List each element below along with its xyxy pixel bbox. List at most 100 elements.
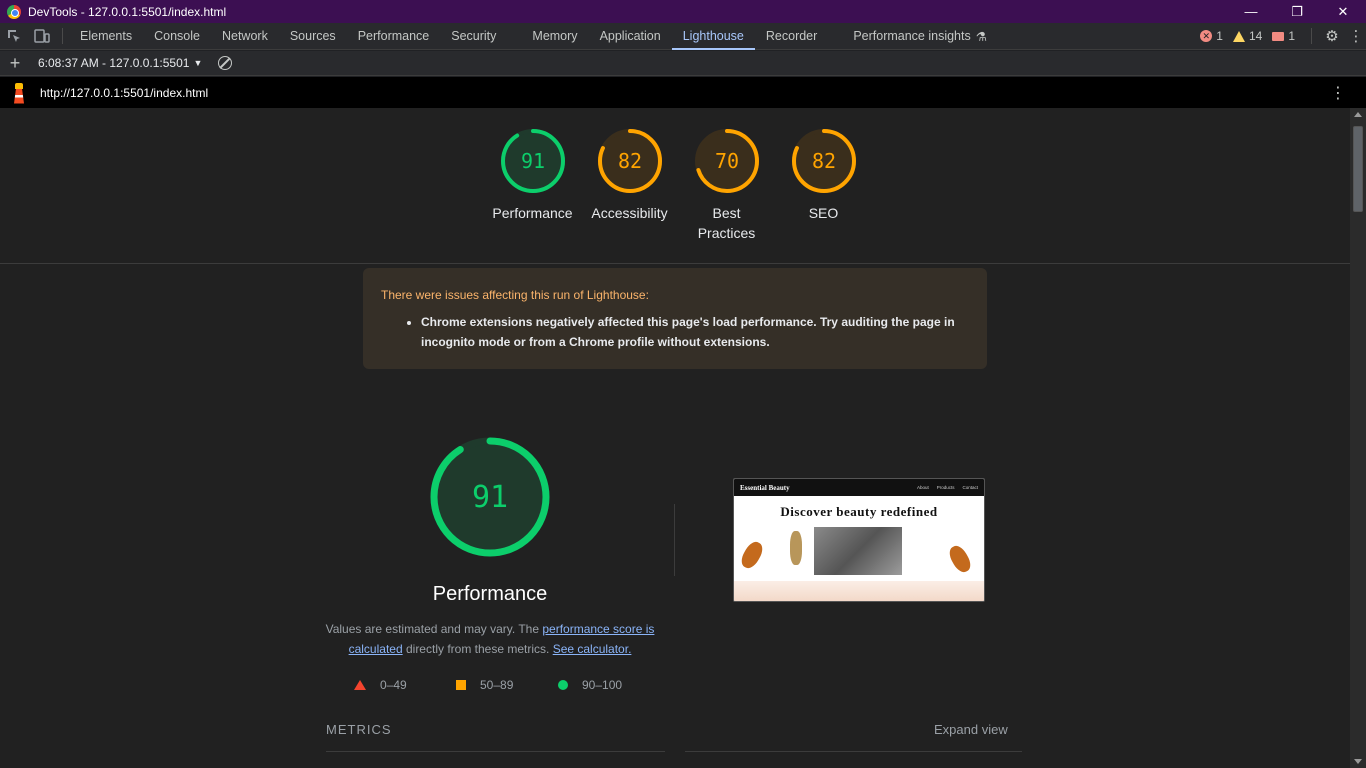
legend-pass-label: 90–100 bbox=[582, 678, 623, 692]
score-gauge[interactable]: 91 Performance bbox=[484, 128, 581, 243]
performance-title: Performance bbox=[432, 583, 548, 605]
caret-down-icon: ▼ bbox=[193, 58, 203, 68]
error-count-text: 1 bbox=[1216, 29, 1223, 43]
score-gauge[interactable]: 70 Best Practices bbox=[678, 128, 775, 243]
metrics-heading: METRICS bbox=[326, 722, 392, 737]
score-label: SEO bbox=[808, 205, 839, 221]
metrics-divider bbox=[685, 751, 1022, 752]
see-calculator-link[interactable]: See calculator. bbox=[553, 642, 632, 656]
legend-average: 50–89 bbox=[456, 678, 558, 692]
clear-reports-icon[interactable] bbox=[218, 56, 233, 70]
scroll-up-arrow-icon[interactable] bbox=[1354, 112, 1362, 117]
final-screenshot-thumbnail[interactable]: Essential Beauty About Products Contact … bbox=[733, 478, 985, 602]
vertical-separator bbox=[674, 504, 675, 576]
thumbnail-navbar: Essential Beauty About Products Contact bbox=[734, 479, 984, 496]
warning-icon bbox=[1232, 30, 1245, 42]
score-gauge-ring: 82 bbox=[791, 129, 856, 193]
tab-recorder[interactable]: Recorder bbox=[755, 23, 828, 50]
thumbnail-nav-about: About bbox=[916, 485, 929, 490]
run-warnings-title: There were issues affecting this run of … bbox=[381, 288, 649, 302]
run-warnings-box: There were issues affecting this run of … bbox=[363, 268, 987, 369]
tab-application[interactable]: Application bbox=[589, 23, 672, 50]
lighthouse-report: 91 Performance 82 Accessibility 70 Best … bbox=[0, 108, 1350, 768]
score-label: Accessibility bbox=[591, 205, 668, 221]
error-icon: ✕ bbox=[1200, 30, 1213, 42]
score-value: 91 bbox=[520, 149, 544, 173]
score-legend: 0–49 50–89 90–100 bbox=[354, 678, 660, 692]
tab-lighthouse[interactable]: Lighthouse bbox=[671, 23, 756, 50]
more-options-icon[interactable]: ⋮ bbox=[1346, 23, 1366, 50]
header-divider bbox=[0, 263, 1350, 264]
report-url-bar: http://127.0.0.1:5501/index.html ⋮ bbox=[0, 77, 1366, 108]
score-gauges: 91 Performance 82 Accessibility 70 Best … bbox=[484, 128, 872, 243]
thumbnail-brush bbox=[946, 542, 974, 576]
warning-count[interactable]: 14 bbox=[1232, 29, 1263, 43]
tab-elements[interactable]: Elements bbox=[69, 23, 143, 50]
thumbnail-headline: Discover beauty redefined bbox=[780, 504, 938, 519]
report-selector-label: 6:08:37 AM - 127.0.0.1:5501 bbox=[38, 56, 190, 70]
devtools-tabs-bar: Elements Console Network Sources Perform… bbox=[0, 23, 1366, 50]
report-selector[interactable]: 6:08:37 AM - 127.0.0.1:5501 ▼ bbox=[38, 56, 202, 70]
square-icon bbox=[456, 680, 466, 690]
thumbnail-photo bbox=[814, 527, 902, 575]
thumbnail-nav-products: Products bbox=[936, 485, 955, 490]
performance-desc-prefix: Values are estimated and may vary. The bbox=[325, 622, 543, 636]
score-label: Performance bbox=[492, 205, 573, 221]
issues-icon bbox=[1272, 31, 1285, 41]
score-value: 82 bbox=[617, 149, 641, 173]
thumbnail-nav-contact: Contact bbox=[962, 485, 978, 490]
scroll-down-arrow-icon[interactable] bbox=[1354, 759, 1362, 764]
restore-button[interactable]: ❐ bbox=[1274, 0, 1320, 23]
tab-security[interactable]: Security bbox=[440, 23, 507, 50]
score-value: 70 bbox=[714, 149, 738, 173]
score-label: Best Practices bbox=[697, 205, 756, 241]
legend-pass: 90–100 bbox=[558, 678, 660, 692]
tab-performance-insights-label: Performance insights bbox=[853, 29, 971, 43]
tab-memory[interactable]: Memory bbox=[521, 23, 588, 50]
window-title: DevTools - 127.0.0.1:5501/index.html bbox=[28, 4, 227, 19]
thumbnail-brush bbox=[790, 531, 802, 565]
scrollbar-thumb[interactable] bbox=[1353, 126, 1363, 212]
performance-score-value: 91 bbox=[472, 480, 508, 515]
issues-count[interactable]: 1 bbox=[1272, 29, 1295, 43]
expand-view-toggle[interactable]: Expand view bbox=[934, 722, 1008, 737]
tab-performance-insights[interactable]: Performance insights ⚗ bbox=[842, 23, 998, 50]
settings-gear-icon[interactable]: ⚙ bbox=[1318, 23, 1346, 50]
flask-icon: ⚗ bbox=[975, 29, 987, 44]
score-value: 82 bbox=[811, 149, 835, 173]
report-url[interactable]: http://127.0.0.1:5501/index.html bbox=[40, 86, 208, 100]
legend-average-label: 50–89 bbox=[480, 678, 514, 692]
tab-performance[interactable]: Performance bbox=[347, 23, 441, 50]
score-gauge[interactable]: 82 Accessibility bbox=[581, 128, 678, 243]
legend-fail: 0–49 bbox=[354, 678, 456, 692]
thumbnail-brush bbox=[738, 538, 766, 572]
minimize-button[interactable]: — bbox=[1228, 0, 1274, 23]
issues-count-text: 1 bbox=[1288, 29, 1295, 43]
inspect-element-icon[interactable] bbox=[0, 23, 28, 50]
tab-network[interactable]: Network bbox=[211, 23, 279, 50]
legend-fail-label: 0–49 bbox=[380, 678, 407, 692]
thumbnail-brand: Essential Beauty bbox=[740, 483, 790, 492]
report-more-options-icon[interactable]: ⋮ bbox=[1330, 83, 1346, 103]
circle-icon bbox=[558, 680, 568, 690]
thumbnail-hands bbox=[734, 581, 984, 601]
performance-description: Values are estimated and may vary. The p… bbox=[322, 619, 658, 659]
device-toolbar-icon[interactable] bbox=[28, 23, 56, 50]
performance-gauge: 91 bbox=[430, 437, 550, 557]
metrics-divider bbox=[326, 751, 665, 752]
tab-sources[interactable]: Sources bbox=[279, 23, 347, 50]
lighthouse-logo-icon bbox=[11, 82, 27, 104]
new-report-plus-icon[interactable]: + bbox=[0, 53, 30, 74]
error-count[interactable]: ✕ 1 bbox=[1200, 29, 1223, 43]
performance-desc-mid: directly from these metrics. bbox=[402, 642, 553, 656]
warning-count-text: 14 bbox=[1248, 29, 1263, 43]
toolbar-separator bbox=[1311, 28, 1312, 44]
report-scrollbar[interactable] bbox=[1350, 108, 1366, 768]
toolbar-separator bbox=[62, 28, 63, 44]
score-gauge-ring: 70 bbox=[694, 129, 759, 193]
triangle-icon bbox=[354, 680, 366, 690]
tab-console[interactable]: Console bbox=[143, 23, 211, 50]
close-button[interactable]: ✕ bbox=[1320, 0, 1366, 23]
score-gauge[interactable]: 82 SEO bbox=[775, 128, 872, 243]
chrome-icon bbox=[7, 4, 21, 19]
